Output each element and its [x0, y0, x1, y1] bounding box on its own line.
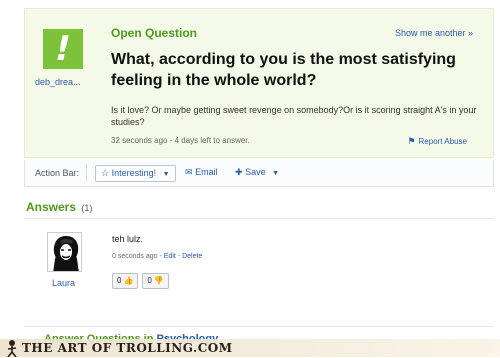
delete-link[interactable]: Delete [182, 253, 202, 260]
question-status-label: Open Question [111, 26, 198, 40]
edit-link[interactable]: Edit [164, 253, 176, 260]
question-panel: ! deb_drea... Open Question Show me anot… [24, 8, 494, 158]
answers-count: (1) [81, 203, 93, 213]
interesting-label: Interesting! [111, 168, 157, 178]
thumbs-up-icon: 👍 [123, 276, 134, 285]
caret-down-icon: ▼ [272, 170, 280, 177]
report-abuse-link[interactable]: ⚑ Report Abuse [407, 136, 467, 147]
divider [24, 218, 494, 219]
asker-avatar[interactable]: ! [43, 29, 83, 69]
interesting-button[interactable]: ☆ Interesting! ▼ [95, 165, 176, 182]
answers-heading-label: Answers [26, 200, 77, 214]
vote-buttons: 0 👍 0 👎 [112, 273, 169, 289]
thumbs-down-icon: 👎 [153, 276, 164, 285]
show-another-link[interactable]: Show me another » [395, 28, 473, 38]
action-bar-label: Action Bar: [35, 168, 80, 178]
yahoo-answers-avatar-icon: ! [50, 29, 76, 69]
watermark-text: THE ART OF TROLLING.COM [22, 341, 233, 355]
thumbs-down-button[interactable]: 0 👎 [142, 273, 169, 289]
action-bar: Action Bar: ☆ Interesting! ▼ ✉ Email ✚ S… [24, 160, 494, 187]
portrait-avatar-icon [48, 233, 81, 271]
caret-down-icon: ▼ [162, 171, 170, 178]
answer-text: teh lulz. [112, 234, 144, 244]
answerer-avatar[interactable] [47, 232, 82, 272]
answers-heading: Answers (1) [26, 200, 92, 214]
thumbs-down-count: 0 [147, 276, 152, 285]
answer-meta: 0 seconds ago - Edit - Delete [112, 253, 203, 260]
question-meta: 32 seconds ago - 4 days left to answer. [111, 136, 250, 145]
asker-name[interactable]: deb_drea... [35, 77, 81, 87]
question-title: What, according to you is the most satis… [111, 51, 456, 89]
plus-icon: ✚ [235, 167, 243, 177]
thumbs-up-count: 0 [117, 276, 122, 285]
report-abuse-label: Report Abuse [418, 137, 467, 146]
flag-icon: ⚑ [407, 136, 416, 146]
save-label: Save [245, 167, 266, 177]
question-details: Is it love? Or maybe getting sweet reven… [111, 105, 477, 127]
divider [86, 164, 87, 182]
troll-figure-icon [7, 340, 17, 357]
email-button[interactable]: ✉ Email [185, 165, 218, 180]
answer-time: 0 seconds ago [112, 253, 158, 260]
save-button[interactable]: ✚ Save ▼ [235, 165, 279, 180]
answerer-name[interactable]: Laura [52, 278, 75, 288]
star-icon: ☆ [101, 168, 110, 178]
envelope-icon: ✉ [185, 167, 193, 177]
email-label: Email [195, 167, 218, 177]
thumbs-up-button[interactable]: 0 👍 [112, 273, 139, 289]
